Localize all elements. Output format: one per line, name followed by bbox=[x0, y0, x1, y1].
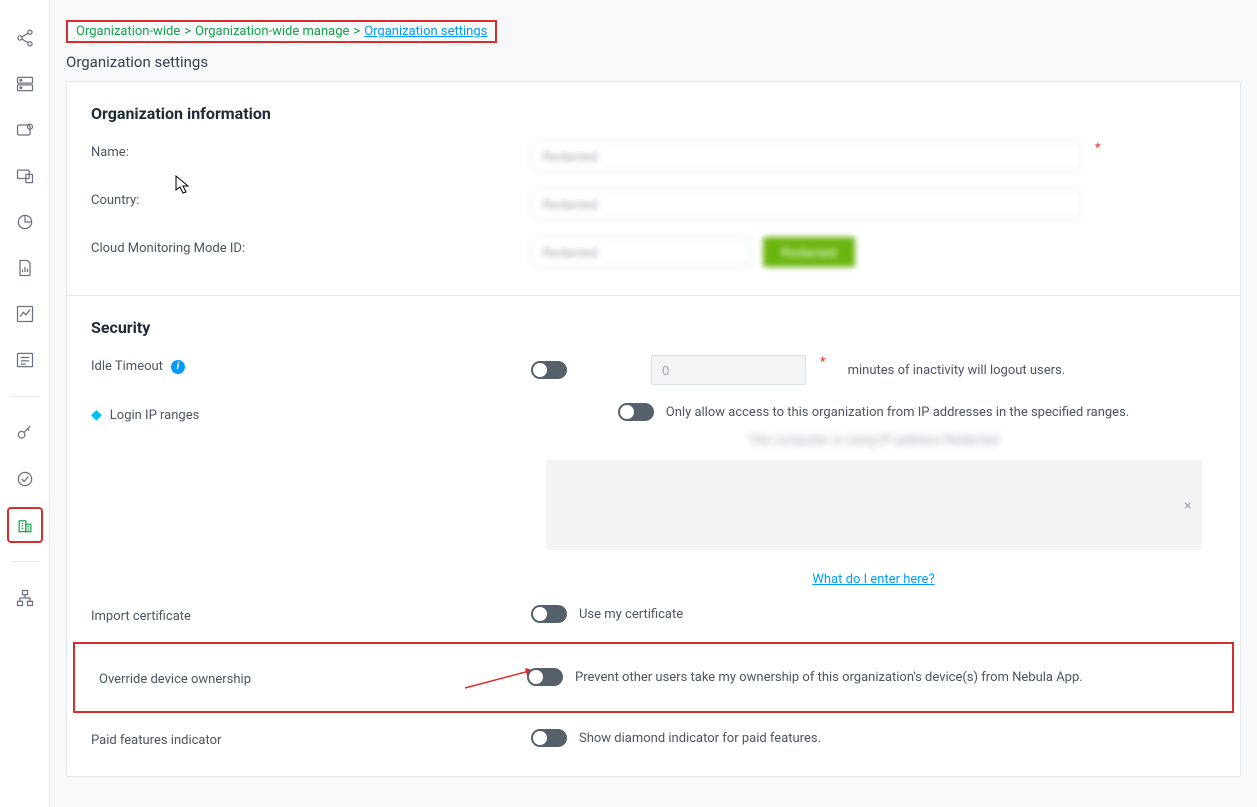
report-icon[interactable] bbox=[7, 250, 43, 286]
ip-ranges-label: Login IP ranges bbox=[110, 408, 200, 423]
row-cmid: Cloud Monitoring Mode ID: Redacted bbox=[91, 237, 1216, 267]
import-cert-toggle[interactable] bbox=[531, 605, 567, 623]
clear-icon[interactable]: × bbox=[1184, 498, 1191, 514]
breadcrumb-sep: > bbox=[353, 24, 360, 39]
key-icon[interactable] bbox=[7, 415, 43, 451]
override-highlight-box: Override device ownership Prevent other … bbox=[73, 642, 1234, 713]
check-circle-icon[interactable] bbox=[7, 461, 43, 497]
devices-icon[interactable] bbox=[7, 158, 43, 194]
country-select[interactable] bbox=[531, 189, 1081, 219]
idle-timeout-suffix: minutes of inactivity will logout users. bbox=[848, 363, 1066, 378]
name-label: Name: bbox=[91, 141, 531, 160]
override-toggle[interactable] bbox=[527, 668, 563, 686]
list-settings-icon[interactable] bbox=[7, 342, 43, 378]
row-import-cert: Import certificate Use my certificate bbox=[91, 605, 1216, 624]
import-cert-desc: Use my certificate bbox=[579, 607, 683, 622]
paid-indicator-label: Paid features indicator bbox=[91, 729, 531, 748]
breadcrumb-part[interactable]: Organization-wide manage bbox=[195, 24, 349, 39]
paid-indicator-desc: Show diamond indicator for paid features… bbox=[579, 731, 821, 746]
breadcrumb-current[interactable]: Organization settings bbox=[364, 24, 487, 39]
idle-timeout-label: Idle Timeout bbox=[91, 359, 163, 374]
sidebar bbox=[0, 0, 50, 807]
page-title: Organization settings bbox=[66, 53, 1241, 71]
row-country: Country: bbox=[91, 189, 1216, 219]
ip-current-text: The computer is using IP address Redacte… bbox=[748, 433, 999, 448]
paid-indicator-toggle[interactable] bbox=[531, 729, 567, 747]
import-cert-label: Import certificate bbox=[91, 605, 531, 624]
pie-chart-icon[interactable] bbox=[7, 204, 43, 240]
row-override: Override device ownership Prevent other … bbox=[99, 668, 1208, 687]
section-title: Organization information bbox=[91, 104, 1216, 123]
name-input[interactable] bbox=[531, 141, 1081, 171]
info-icon[interactable]: i bbox=[171, 360, 185, 374]
section-org-info: Organization information Name: * Country… bbox=[67, 82, 1240, 295]
cmid-action-button[interactable]: Redacted bbox=[763, 237, 855, 267]
breadcrumb-sep: > bbox=[184, 24, 191, 39]
wallet-pin-icon[interactable] bbox=[7, 112, 43, 148]
required-star: * bbox=[1095, 141, 1101, 156]
main-content: Organization-wide > Organization-wide ma… bbox=[50, 0, 1257, 807]
row-idle-timeout: Idle Timeout i * minutes of inactivity w… bbox=[91, 355, 1216, 385]
diamond-icon: ◆ bbox=[91, 407, 102, 423]
breadcrumb-part[interactable]: Organization-wide bbox=[76, 24, 180, 39]
sitemap-icon[interactable] bbox=[7, 580, 43, 616]
ip-ranges-desc: Only allow access to this organization f… bbox=[666, 405, 1129, 420]
breadcrumb: Organization-wide > Organization-wide ma… bbox=[66, 20, 497, 43]
building-icon[interactable] bbox=[7, 507, 43, 543]
row-ip-ranges: ◆ Login IP ranges Only allow access to t… bbox=[91, 403, 1216, 587]
required-star: * bbox=[820, 355, 826, 370]
row-name: Name: * bbox=[91, 141, 1216, 171]
settings-panel: Organization information Name: * Country… bbox=[66, 81, 1241, 777]
section-paid: Paid features indicator Show diamond ind… bbox=[67, 719, 1240, 776]
sidebar-divider bbox=[11, 396, 39, 397]
sidebar-divider bbox=[11, 561, 39, 562]
cmid-label: Cloud Monitoring Mode ID: bbox=[91, 237, 531, 256]
ip-help-link[interactable]: What do I enter here? bbox=[812, 572, 934, 587]
row-paid-indicator: Paid features indicator Show diamond ind… bbox=[91, 729, 1216, 748]
line-chart-icon[interactable] bbox=[7, 296, 43, 332]
section-security: Security Idle Timeout i * minutes of ina… bbox=[67, 295, 1240, 624]
override-desc: Prevent other users take my ownership of… bbox=[575, 670, 1083, 685]
ip-ranges-toggle[interactable] bbox=[618, 403, 654, 421]
section-title: Security bbox=[91, 318, 1216, 337]
ip-ranges-textarea[interactable]: × bbox=[546, 460, 1202, 550]
country-label: Country: bbox=[91, 189, 531, 208]
idle-timeout-toggle[interactable] bbox=[531, 361, 567, 379]
cmid-input[interactable] bbox=[531, 237, 751, 267]
server-icon[interactable] bbox=[7, 66, 43, 102]
share-icon[interactable] bbox=[7, 20, 43, 56]
idle-timeout-input[interactable] bbox=[651, 355, 806, 385]
